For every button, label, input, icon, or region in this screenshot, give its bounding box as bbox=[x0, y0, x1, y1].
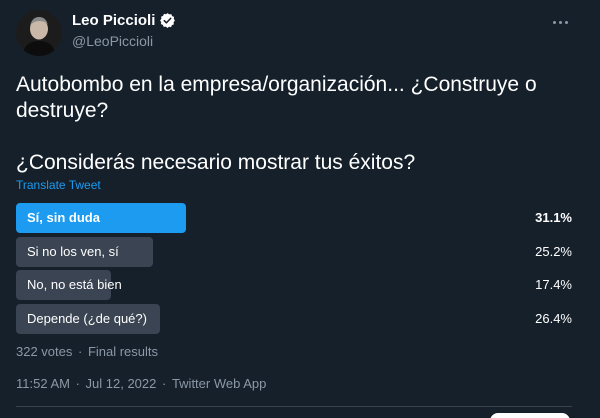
poll-option-percent: 17.4% bbox=[535, 277, 572, 292]
tweet-timestamp: 11:52 AM · Jul 12, 2022 · Twitter Web Ap… bbox=[16, 376, 267, 391]
tweet-time[interactable]: 11:52 AM bbox=[16, 376, 70, 391]
poll-option-label: Depende (¿de qué?) bbox=[27, 310, 147, 326]
poll-option-label: Si no los ven, sí bbox=[27, 243, 119, 259]
poll-status: Final results bbox=[87, 344, 159, 359]
tweet-text-line-1: Autobombo en la empresa/organización... … bbox=[16, 73, 537, 122]
author-handle[interactable]: @LeoPiccioli bbox=[72, 33, 176, 49]
poll-option: Sí, sin duda 31.1% bbox=[16, 203, 572, 233]
avatar-image bbox=[16, 10, 62, 56]
tweet-source[interactable]: Twitter Web App bbox=[172, 376, 266, 391]
tweet-text: Autobombo en la empresa/organización... … bbox=[16, 72, 576, 176]
poll-option-label: Sí, sin duda bbox=[27, 210, 100, 225]
author-name-row: Leo Piccioli bbox=[72, 12, 176, 29]
author-info: Leo Piccioli @LeoPiccioli bbox=[72, 12, 176, 49]
poll-option: Si no los ven, sí 25.2% bbox=[16, 236, 572, 267]
translate-tweet-link[interactable]: Translate Tweet bbox=[16, 178, 101, 192]
poll-option-percent: 26.4% bbox=[535, 310, 572, 326]
author-display-name[interactable]: Leo Piccioli bbox=[72, 12, 155, 29]
poll-option-label: No, no está bien bbox=[27, 277, 122, 292]
divider bbox=[16, 406, 572, 407]
bottom-edge-element bbox=[490, 413, 570, 418]
poll-option-percent: 25.2% bbox=[535, 243, 572, 259]
avatar[interactable] bbox=[16, 10, 62, 56]
tweet-card: Leo Piccioli @LeoPiccioli Autobombo en l… bbox=[0, 0, 600, 418]
poll-results-summary: 322 votes · Final results bbox=[16, 344, 159, 359]
poll-option: No, no está bien 17.4% bbox=[16, 270, 572, 300]
tweet-date[interactable]: Jul 12, 2022 bbox=[86, 376, 157, 391]
poll: Sí, sin duda 31.1% Si no los ven, sí 25.… bbox=[16, 203, 572, 337]
poll-option: Depende (¿de qué?) 26.4% bbox=[16, 303, 572, 334]
poll-option-percent: 31.1% bbox=[535, 210, 572, 225]
poll-vote-count: 322 votes bbox=[16, 344, 73, 359]
tweet-text-line-2: ¿Considerás necesario mostrar tus éxitos… bbox=[16, 151, 416, 174]
verified-badge-icon bbox=[159, 12, 176, 29]
more-horizontal-icon[interactable] bbox=[548, 14, 572, 30]
